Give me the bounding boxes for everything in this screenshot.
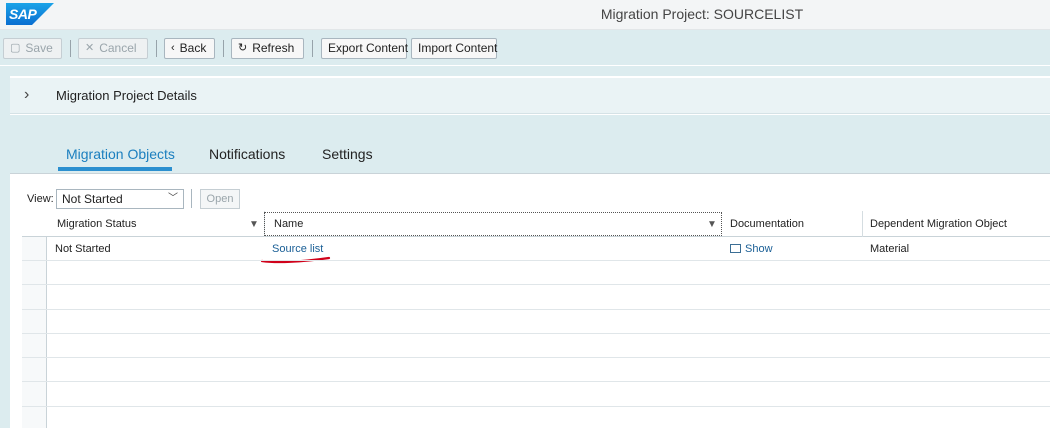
cancel-button[interactable]: ✕ Cancel xyxy=(78,38,148,59)
document-icon xyxy=(730,243,741,253)
tab-bar: Migration Objects Notifications Settings xyxy=(10,115,1050,173)
export-content-button[interactable]: Export Content xyxy=(321,38,408,59)
tab-migration-objects[interactable]: Migration Objects xyxy=(66,146,175,162)
row-selector-column[interactable] xyxy=(22,211,47,428)
row-divider xyxy=(22,357,1050,358)
documentation-show-label: Show xyxy=(745,243,773,255)
view-select-value: Not Started xyxy=(62,192,123,206)
save-label: Save xyxy=(25,41,53,55)
column-header-dependent-migration-object[interactable]: Dependent Migration Object xyxy=(860,211,1050,237)
column-header-name[interactable]: Name xyxy=(264,211,722,237)
chevron-down-icon: ﹀ xyxy=(168,193,178,204)
row-divider xyxy=(22,260,1050,261)
save-icon: ▢ xyxy=(10,42,21,54)
row-divider xyxy=(22,309,1050,310)
page-title: Migration Project: SOURCELIST xyxy=(600,6,804,22)
view-label: View: xyxy=(27,193,54,205)
chevron-right-icon[interactable]: › xyxy=(24,86,29,104)
chevron-left-icon: ‹ xyxy=(171,42,175,54)
cancel-label: Cancel xyxy=(99,41,137,55)
toolbar: ▢ Save ✕ Cancel ‹ Back ↻ Refresh Export … xyxy=(0,30,1050,66)
view-select[interactable]: Not Started ﹀ xyxy=(56,189,184,209)
close-icon: ✕ xyxy=(85,42,95,54)
project-details-header[interactable]: › Migration Project Details xyxy=(10,78,1050,114)
back-button[interactable]: ‹ Back xyxy=(164,38,215,59)
open-button[interactable]: Open xyxy=(200,189,240,209)
cell-dependent-object: Material xyxy=(870,243,910,255)
column-header-migration-status[interactable]: Migration Status xyxy=(47,211,265,237)
back-label: Back xyxy=(179,41,207,55)
row-divider xyxy=(22,381,1050,382)
import-content-button[interactable]: Import Content xyxy=(411,38,497,59)
save-button[interactable]: ▢ Save xyxy=(3,38,62,59)
row-divider xyxy=(22,406,1050,407)
project-details-title: Migration Project Details xyxy=(56,88,197,103)
refresh-button[interactable]: ↻ Refresh xyxy=(231,38,304,59)
toolbar-separator xyxy=(312,40,313,57)
refresh-icon: ↻ xyxy=(238,42,248,54)
row-divider xyxy=(22,333,1050,334)
toolbar-separator xyxy=(223,40,224,57)
shell-header: SAP Migration Project: SOURCELIST xyxy=(0,0,1050,30)
refresh-label: Refresh xyxy=(252,41,295,55)
filter-icon: ▼ xyxy=(707,219,717,230)
filter-icon: ▼ xyxy=(249,219,259,230)
view-separator xyxy=(191,189,192,208)
cell-migration-status: Not Started xyxy=(55,243,111,255)
toolbar-separator xyxy=(156,40,157,57)
tab-settings[interactable]: Settings xyxy=(322,146,373,162)
tab-notifications[interactable]: Notifications xyxy=(209,146,285,162)
column-header-documentation[interactable]: Documentation xyxy=(720,211,863,237)
toolbar-separator xyxy=(70,40,71,57)
row-divider xyxy=(22,284,1050,285)
active-tab-indicator xyxy=(58,167,172,171)
documentation-show-link[interactable]: Show xyxy=(730,237,773,261)
